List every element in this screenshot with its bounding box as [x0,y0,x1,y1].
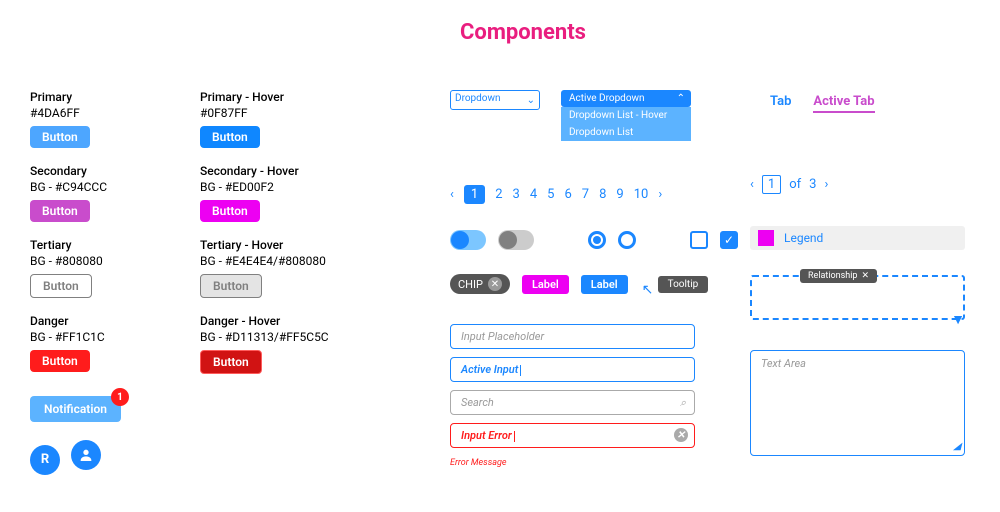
checkbox-checked[interactable]: ✓ [720,231,738,249]
person-icon [78,447,94,463]
label-blue: Label [581,275,628,294]
notification-badge: 1 [111,388,129,406]
secondary-hover-name: Secondary - Hover [200,164,370,178]
tooltip-text: Tooltip [668,279,699,290]
notification-pill[interactable]: Notification 1 [30,396,121,422]
input-active-text: Active Input [461,363,518,376]
secondary-hover-button[interactable]: Button [200,200,260,222]
danger-hover-button[interactable]: Button [200,350,262,374]
danger-button[interactable]: Button [30,350,90,372]
tertiary-hover-button[interactable]: Button [200,274,262,298]
page-prev-icon[interactable]: ‹ [750,177,754,192]
primary-hover-code: #0F87FF [200,106,370,120]
page-next-icon[interactable]: › [658,187,662,202]
error-message: Error Message [450,458,695,468]
pagination: ‹ 1 2 3 4 5 6 7 8 9 10 › [450,185,980,204]
relationship-label: Relationship [808,271,857,281]
danger-hover-name: Danger - Hover [200,314,370,328]
danger-name: Danger [30,314,190,328]
primary-name: Primary [30,90,190,104]
tertiary-hover-code: BG - #E4E4E4/#808080 [200,254,370,268]
secondary-code: BG - #C94CCC [30,180,190,194]
tertiary-name: Tertiary [30,238,190,252]
notification-label: Notification [44,402,107,416]
input-search[interactable]: Search ⌕ [450,390,695,415]
tooltip: ↖ Tooltip [658,276,709,293]
chevron-up-icon: ⌃ [677,93,685,104]
input-error[interactable]: Input Error ✕ [450,423,695,448]
chip[interactable]: CHIP ✕ [450,274,510,294]
toggle-off[interactable] [498,230,534,250]
pagination-compact: ‹ 1 of 3 › [750,175,828,194]
input-placeholder[interactable]: Input Placeholder [450,324,695,349]
clear-icon[interactable]: ✕ [674,428,688,442]
page-next-icon[interactable]: › [824,177,828,192]
avatar-icon[interactable] [71,440,101,470]
page-1[interactable]: 1 [464,185,485,204]
page-4[interactable]: 4 [530,187,537,202]
avatar-letter[interactable]: R [30,445,60,475]
page-3[interactable]: 3 [513,187,520,202]
relationship-chip[interactable]: Relationship ✕ [800,269,877,283]
search-placeholder: Search [461,396,494,409]
checkbox-unchecked[interactable] [690,231,708,249]
chip-label: CHIP [458,278,483,291]
text-cursor [520,365,521,376]
page-title: Components [460,20,586,45]
legend-label: Legend [784,231,823,245]
page-5[interactable]: 5 [547,187,554,202]
primary-hover-button[interactable]: Button [200,126,260,148]
dropdown-active-label: Active Dropdown [569,93,645,104]
label-pink: Label [522,275,569,294]
page-current[interactable]: 1 [762,175,781,194]
page-6[interactable]: 6 [564,187,571,202]
page-of: of [789,177,801,192]
tertiary-button[interactable]: Button [30,274,92,298]
textarea-placeholder: Text Area [761,357,806,370]
tertiary-code: BG - #808080 [30,254,190,268]
page-7[interactable]: 7 [582,187,589,202]
resize-handle-icon[interactable]: ◢ [953,441,961,452]
toggle-on[interactable] [450,230,486,250]
page-total: 3 [809,177,816,192]
close-icon[interactable]: ✕ [861,271,869,281]
input-active[interactable]: Active Input [450,357,695,382]
input-error-text: Input Error [461,429,512,442]
dropdown-item-hover[interactable]: Dropdown List - Hover [561,107,691,124]
radio-selected[interactable] [588,231,606,249]
danger-code: BG - #FF1C1C [30,330,190,344]
dropdown-list: Dropdown List - Hover Dropdown List [561,107,691,141]
dropdown-active-head[interactable]: Active Dropdown ⌃ [561,90,691,107]
search-icon: ⌕ [680,396,686,410]
secondary-name: Secondary [30,164,190,178]
primary-hover-name: Primary - Hover [200,90,370,104]
primary-code: #4DA6FF [30,106,190,120]
page-2[interactable]: 2 [495,187,502,202]
radio-unselected[interactable] [618,231,636,249]
danger-hover-code: BG - #D11313/#FF5C5C [200,330,370,344]
dropdown-item[interactable]: Dropdown List [561,124,691,141]
text-cursor [514,431,515,442]
relationship-box: Relationship ✕ ▼ [750,275,965,320]
primary-button[interactable]: Button [30,126,90,148]
legend-row: Legend [750,226,965,250]
page-prev-icon[interactable]: ‹ [450,187,454,202]
page-8[interactable]: 8 [599,187,606,202]
secondary-hover-code: BG - #ED00F2 [200,180,370,194]
chevron-down-icon: ⌄ [527,95,535,106]
legend-swatch [758,230,774,246]
textarea[interactable]: Text Area ◢ [750,350,965,456]
dropdown-closed[interactable]: Dropdown ⌄ [450,90,540,110]
secondary-button[interactable]: Button [30,200,90,222]
tertiary-hover-name: Tertiary - Hover [200,238,370,252]
arrow-down-icon: ▼ [951,311,965,328]
dropdown-label: Dropdown [455,93,501,104]
cursor-icon: ↖ [642,282,654,298]
page-10[interactable]: 10 [634,187,649,202]
close-icon[interactable]: ✕ [488,277,502,291]
page-9[interactable]: 9 [616,187,623,202]
